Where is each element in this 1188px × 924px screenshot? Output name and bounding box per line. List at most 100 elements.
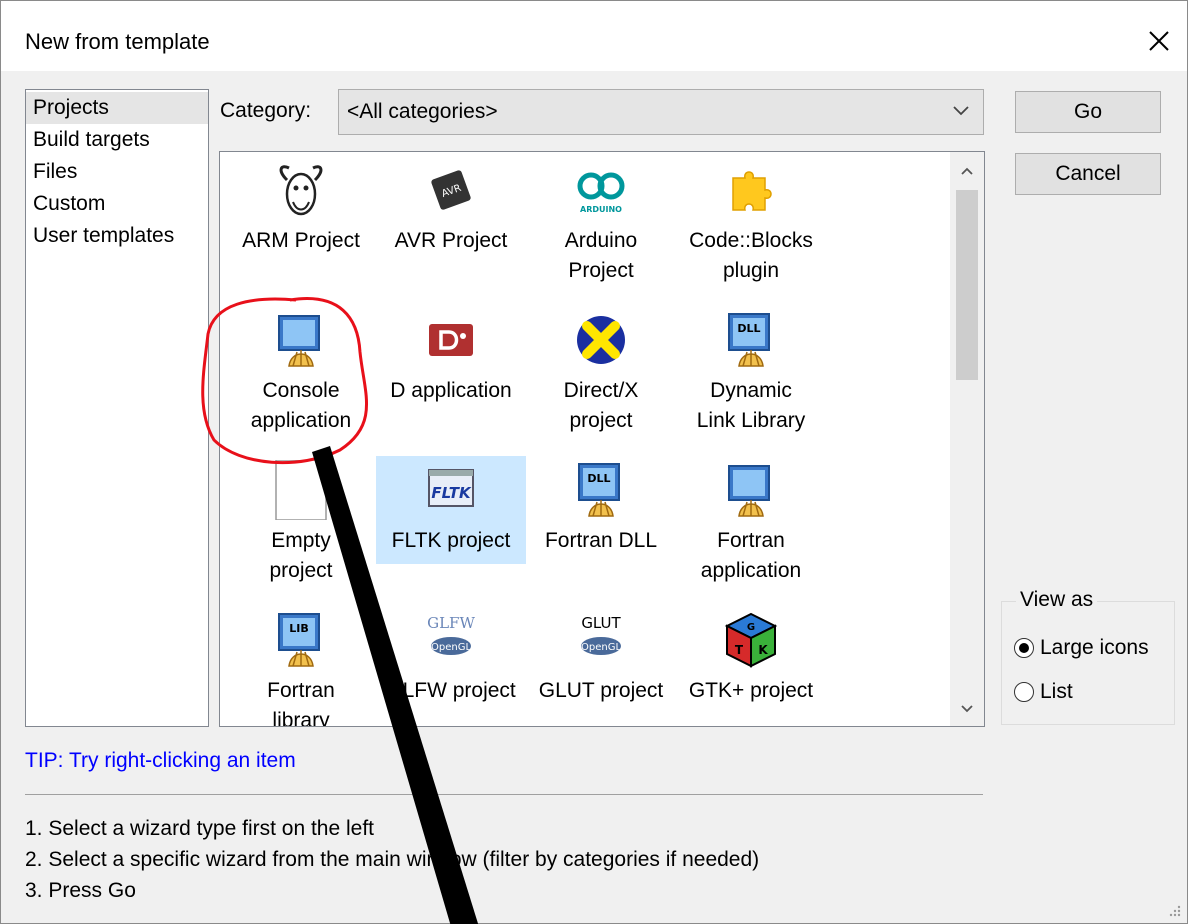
template-arm-project[interactable]: ARM Project — [226, 160, 376, 256]
scrollbar-thumb[interactable] — [956, 190, 978, 380]
template-dynamic-link-library[interactable]: DLL Dynamic Link Library — [676, 310, 826, 436]
gtk-letter-t: T — [735, 643, 744, 657]
close-icon — [1149, 31, 1169, 51]
template-label: project — [269, 559, 333, 582]
opengl-wordmark: OpenGL — [431, 642, 471, 653]
radio-unchecked-icon — [1014, 682, 1034, 702]
template-codeblocks-plugin[interactable]: Code::Blocks plugin — [676, 160, 826, 286]
lib-icon-text: LIB — [289, 622, 309, 635]
chevron-down-icon — [953, 106, 969, 116]
template-label: D application — [390, 379, 512, 402]
template-label: plugin — [722, 259, 780, 282]
dll-icon-text: DLL — [737, 322, 760, 335]
template-label: Code::Blocks — [689, 229, 813, 252]
view-as-label: View as — [1016, 588, 1098, 612]
close-button[interactable] — [1141, 23, 1177, 59]
template-label: library — [272, 709, 330, 727]
dll-icon: DLL — [721, 310, 781, 370]
directx-icon — [571, 310, 631, 370]
gnu-icon — [271, 160, 331, 220]
radio-list[interactable]: List — [1014, 680, 1073, 704]
template-label: GLUT project — [538, 679, 664, 702]
fortran-dll-icon: DLL — [571, 460, 631, 520]
category-value: <All categories> — [347, 100, 498, 123]
gtk-cube-icon: GTK — [721, 610, 781, 670]
arduino-wordmark: ARDUINO — [580, 205, 622, 214]
wizard-type-projects[interactable]: Projects — [26, 92, 208, 124]
instruction-line: 2. Select a specific wizard from the mai… — [25, 848, 760, 871]
glut-opengl-icon: GLUT OpenGL — [571, 610, 631, 670]
template-label: application — [250, 409, 352, 432]
template-glut-project[interactable]: GLUT OpenGL GLUT project — [526, 610, 676, 706]
template-label: GLFW project — [386, 679, 516, 702]
chevron-up-icon[interactable] — [958, 162, 976, 180]
dialog-title: New from template — [25, 29, 210, 54]
fltk-icon-text: FLTK — [431, 484, 472, 502]
cancel-button[interactable]: Cancel — [1015, 153, 1161, 195]
template-fortran-dll[interactable]: DLL Fortran DLL — [526, 460, 676, 556]
template-directx-project[interactable]: Direct/X project — [526, 310, 676, 436]
template-label: Project — [568, 259, 634, 282]
template-label: project — [569, 409, 633, 432]
resize-grip-icon[interactable] — [1167, 903, 1181, 917]
fortran-app-icon — [721, 460, 781, 520]
template-arduino-project[interactable]: ARDUINO Arduino Project — [526, 160, 676, 286]
template-glfw-project[interactable]: GLFW OpenGL GLFW project — [376, 610, 526, 706]
radio-label: Large icons — [1040, 636, 1149, 659]
instruction-line: 1. Select a wizard type first on the lef… — [25, 817, 375, 840]
wizard-type-files[interactable]: Files — [26, 156, 208, 188]
d-language-icon — [421, 310, 481, 370]
template-avr-project[interactable]: AVR AVR Project — [376, 160, 526, 256]
title-bar: New from template — [1, 1, 1187, 71]
template-label: AVR Project — [394, 229, 508, 252]
template-label: Fortran — [717, 529, 785, 552]
glfw-opengl-icon: GLFW OpenGL — [421, 610, 481, 670]
puzzle-piece-icon — [721, 160, 781, 220]
radio-large-icons[interactable]: Large icons — [1014, 636, 1149, 660]
instruction-line: 3. Press Go — [25, 879, 136, 902]
arduino-icon: ARDUINO — [571, 160, 631, 220]
template-grid[interactable]: ARM Project AVR AVR Project ARDUINO Ardu… — [219, 151, 985, 727]
lib-icon: LIB — [271, 610, 331, 670]
template-gtk-project[interactable]: GTK GTK+ project — [676, 610, 826, 706]
tip-text: TIP: Try right-clicking an item — [25, 749, 296, 772]
template-label: Arduino — [564, 229, 638, 252]
new-from-template-dialog: New from template Projects Build targets… — [0, 0, 1188, 924]
chevron-down-icon[interactable] — [958, 700, 976, 718]
wizard-type-build-targets[interactable]: Build targets — [26, 124, 208, 156]
wizard-type-custom[interactable]: Custom — [26, 188, 208, 220]
template-label: Fortran — [267, 679, 335, 702]
template-label: Empty — [271, 529, 331, 552]
template-fortran-library[interactable]: LIB Fortran library — [226, 610, 376, 727]
console-app-icon — [271, 310, 331, 370]
template-empty-project[interactable]: Empty project — [226, 459, 376, 586]
template-console-application[interactable]: Console application — [226, 310, 376, 436]
divider — [25, 794, 983, 795]
template-label: ARM Project — [242, 229, 360, 252]
glfw-wordmark: GLFW — [427, 614, 475, 632]
glut-wordmark: GLUT — [581, 614, 621, 632]
wizard-type-list[interactable]: Projects Build targets Files Custom User… — [25, 89, 209, 727]
avr-chip-icon: AVR — [421, 160, 481, 220]
template-label: Fortran DLL — [544, 529, 658, 552]
gtk-letter-g: G — [747, 622, 755, 633]
template-label: FLTK project — [391, 529, 511, 552]
template-label: Direct/X — [563, 379, 639, 402]
wizard-type-user-templates[interactable]: User templates — [26, 220, 208, 252]
template-label: application — [700, 559, 802, 582]
category-dropdown[interactable]: <All categories> — [338, 89, 984, 135]
radio-checked-icon — [1014, 638, 1034, 658]
template-label: Dynamic — [710, 379, 792, 402]
template-fortran-application[interactable]: Fortran application — [676, 460, 826, 586]
category-label: Category: — [220, 99, 312, 122]
template-fltk-project[interactable]: FLTK FLTK project — [376, 456, 526, 564]
template-grid-scrollbar[interactable] — [950, 152, 984, 726]
go-button[interactable]: Go — [1015, 91, 1161, 133]
empty-file-icon — [271, 459, 331, 521]
template-d-application[interactable]: D application — [376, 310, 526, 406]
radio-label: List — [1040, 680, 1073, 703]
view-as-group: View as Large icons List — [1001, 588, 1175, 725]
gtk-letter-k: K — [758, 643, 768, 657]
fltk-icon: FLTK — [421, 460, 481, 520]
template-label: Link Library — [696, 409, 806, 432]
